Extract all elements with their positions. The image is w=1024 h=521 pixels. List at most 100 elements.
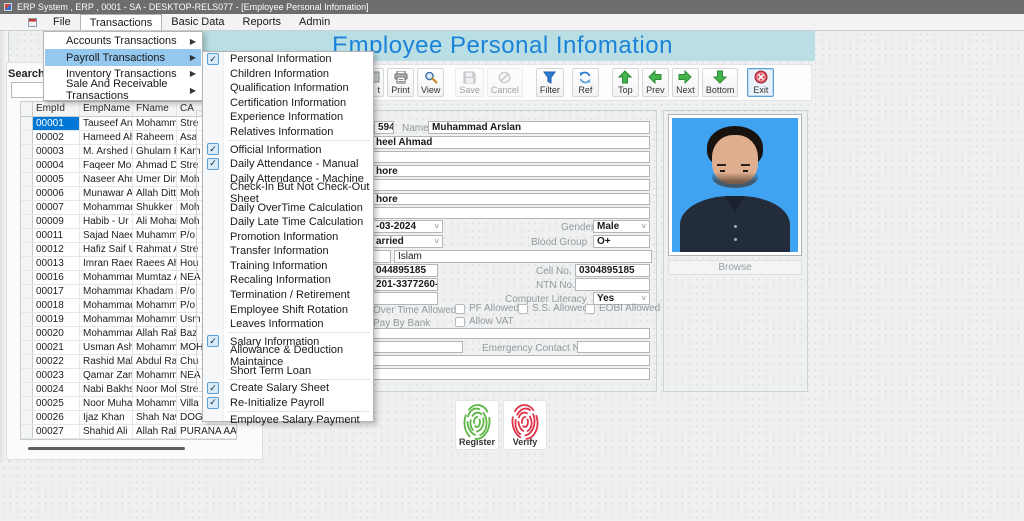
religion-code-field[interactable] [372,250,391,263]
religion-field[interactable]: Islam [394,250,652,263]
grid-cell[interactable]: 00006 [33,187,80,200]
address-field-4[interactable] [372,355,650,366]
menu-item-employee-shift-rotation[interactable]: Employee Shift Rotation [203,302,373,317]
grid-cell[interactable]: Allah Rakha [133,425,177,438]
grid-cell[interactable]: Ahmad Din [133,159,177,172]
row-header[interactable] [21,313,33,326]
row-header[interactable] [21,425,33,438]
menubar-item-transactions[interactable]: Transactions [79,14,163,30]
row-header[interactable] [21,131,33,144]
grid-cell[interactable]: Raheem Bha... [133,131,177,144]
row-header[interactable] [21,159,33,172]
row-header[interactable] [21,145,33,158]
ref-button[interactable]: Ref [571,68,599,97]
allow-vat-checkbox[interactable]: Allow VAT [455,316,514,327]
emp-id-field[interactable]: 594 [374,121,394,134]
menu-item-check-in-but-not-check-out-sheet[interactable]: Check-In But Not Check-Out Sheet [203,181,373,205]
address-field-2[interactable] [372,179,650,191]
grid-cell[interactable]: 00007 [33,201,80,214]
menu-item-promotion-information[interactable]: Promotion Information [203,230,373,245]
grid-cell[interactable]: 00019 [33,313,80,326]
row-header[interactable] [21,355,33,368]
grid-cell[interactable]: Noor Muham... [80,397,133,410]
grid-cell[interactable]: Mumtaz Ahm... [133,271,177,284]
cnic-field[interactable]: 201-3377260-7 [372,278,438,291]
menubar-item-basic-data[interactable]: Basic Data [162,14,233,30]
marital-status-combo[interactable]: arried ˅ [372,235,443,248]
grid-cell[interactable]: M. Arshed B... [80,145,133,158]
grid-cell[interactable]: Mohammad ... [133,341,177,354]
grid-cell[interactable]: Mohammad ... [80,285,133,298]
address-field-5[interactable] [372,368,650,380]
row-header[interactable] [21,411,33,424]
grid-cell[interactable]: Mohammad ... [133,117,177,130]
bank-account-field[interactable] [372,328,650,339]
menu-item-sale-and-receivable-transactions[interactable]: Sale And Receivable Transactions ▶ [45,78,201,102]
grid-cell[interactable]: Qamar Zaman [80,369,133,382]
top-button[interactable]: Top [611,68,639,97]
grid-cell[interactable]: 00004 [33,159,80,172]
row-header[interactable] [21,397,33,410]
grid-cell[interactable]: Imran Raees [80,257,133,270]
grid-cell[interactable]: Ghulam Rasool [133,145,177,158]
birth-date-combo[interactable]: -03-2024 ˅ [372,220,443,233]
menubar-item-file[interactable]: File [44,14,80,30]
grid-cell[interactable]: Munawar Ah... [80,187,133,200]
row-header[interactable] [21,201,33,214]
grid-cell[interactable]: Raees Ahmad [133,257,177,270]
menu-item-qualification-information[interactable]: Qualification Information [203,81,373,96]
father-name-field[interactable]: heel Ahmad [372,136,650,149]
grid-horizontal-scrollbar[interactable] [28,447,185,450]
filter-button[interactable]: Filter [535,68,564,97]
grid-cell[interactable]: Mohammad ... [80,271,133,284]
row-header[interactable] [21,187,33,200]
grid-cell[interactable]: 00021 [33,341,80,354]
ss-allowed-checkbox[interactable]: S.S. Allowed [518,303,588,314]
menu-item-short-term-loan[interactable]: Short Term Loan [203,363,373,378]
row-header[interactable] [21,327,33,340]
browse-button[interactable]: Browse [668,260,802,275]
menu-item-relatives-information[interactable]: Relatives Information [203,125,373,140]
contact-person-field[interactable] [372,341,463,353]
menu-item-daily-late-time-calculation[interactable]: Daily Late Time Calculation [203,215,373,230]
row-header[interactable] [21,271,33,284]
grid-cell[interactable]: 00017 [33,285,80,298]
menubar-item-reports[interactable]: Reports [234,14,291,30]
row-header[interactable] [21,229,33,242]
menu-item-official-information[interactable]: ✓ Official Information [203,142,373,157]
grid-cell[interactable]: Mohammad ... [133,299,177,312]
grid-cell[interactable]: Hafiz Saif Ull... [80,243,133,256]
grid-cell[interactable]: 00027 [33,425,80,438]
grid-cell[interactable]: 00013 [33,257,80,270]
grid-cell[interactable]: Habib - Ur - ... [80,215,133,228]
grid-cell[interactable]: Abdul Rashid [133,355,177,368]
grid-cell[interactable]: 00025 [33,397,80,410]
menu-item-accounts-transactions[interactable]: Accounts Transactions ▶ [45,33,201,49]
city-field-2[interactable]: hore [372,193,650,205]
menu-item-recaling-information[interactable]: Recaling Information [203,273,373,288]
emergency-contact-field[interactable] [577,341,650,353]
pf-allowed-checkbox[interactable]: PF Allowed [455,303,519,314]
grid-cell[interactable]: Allah Rakhah [133,327,177,340]
menu-item-experience-information[interactable]: Experience Information [203,110,373,125]
grid-cell[interactable]: Noor Moham... [133,383,177,396]
grid-cell[interactable]: Muhammad ... [133,229,177,242]
grid-cell[interactable]: Naseer Ahm... [80,173,133,186]
grid-cell[interactable]: Mohammad ... [133,369,177,382]
grid-cell[interactable]: Umer Din [133,173,177,186]
bottom-button[interactable]: Bottom [701,68,739,97]
menu-item-transfer-information[interactable]: Transfer Information [203,244,373,259]
row-header[interactable] [21,299,33,312]
menu-item-leaves-information[interactable]: Leaves Information [203,317,373,332]
grid-cell[interactable]: Mohammad ... [80,201,133,214]
row-header[interactable] [21,285,33,298]
row-header[interactable] [21,117,33,130]
menu-item-termination-retirement[interactable]: Termination / Retirement [203,288,373,303]
grid-cell[interactable]: 00001 [33,117,80,130]
menu-item-payroll-transactions[interactable]: Payroll Transactions ▶ [45,49,201,66]
grid-cell[interactable]: 00016 [33,271,80,284]
grid-cell[interactable]: Rahmat Ali [133,243,177,256]
window-titlebar[interactable]: ERP System , ERP , 0001 - SA - DESKTOP-R… [0,0,1024,14]
grid-cell[interactable]: Hameed Ah... [80,131,133,144]
menu-item-certification-information[interactable]: Certification Information [203,96,373,111]
